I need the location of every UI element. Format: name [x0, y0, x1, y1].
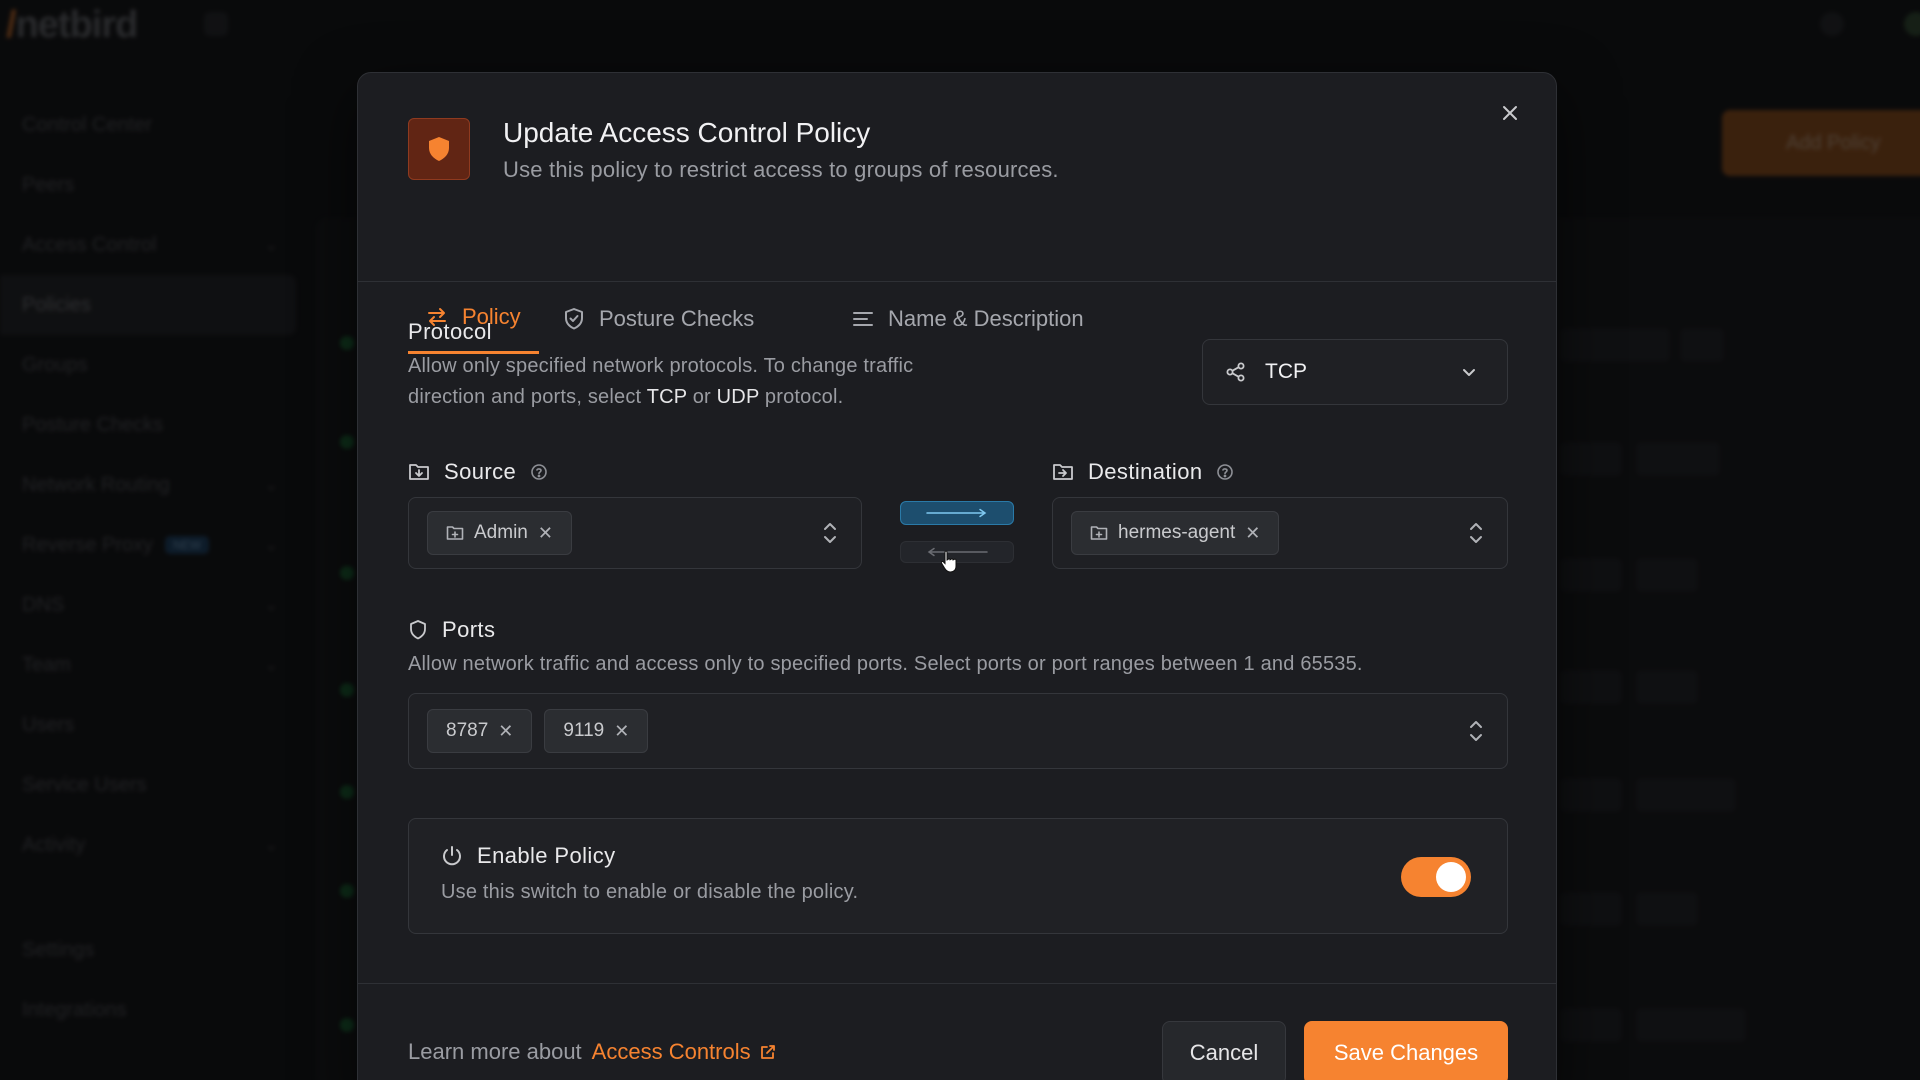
enable-policy-card: Enable Policy Use this switch to enable …	[408, 818, 1508, 934]
destination-title-text: Destination	[1088, 459, 1203, 484]
footer-divider	[358, 983, 1556, 984]
close-button[interactable]	[1492, 95, 1528, 131]
folder-icon	[446, 526, 464, 540]
close-icon	[1503, 106, 1517, 120]
save-changes-button[interactable]: Save Changes	[1304, 1021, 1508, 1080]
remove-chip-icon[interactable]: ✕	[538, 523, 553, 544]
remove-chip-icon[interactable]: ✕	[614, 721, 629, 742]
port-chip: 8787 ✕	[427, 709, 533, 753]
chevron-down-icon	[1463, 369, 1475, 376]
tab-posture-checks[interactable]: Posture Checks	[563, 283, 754, 354]
modal-subtitle: Use this policy to restrict access to gr…	[503, 157, 1059, 182]
protocol-desc-end: protocol.	[759, 386, 844, 408]
chip-label: 9119	[563, 720, 605, 741]
source-group-select[interactable]: Admin ✕	[408, 497, 862, 569]
shield-outline-icon	[410, 620, 426, 640]
protocol-selected-value: TCP	[1265, 360, 1307, 383]
link-label: Access Controls	[591, 1039, 751, 1064]
shield-check-icon	[565, 307, 583, 329]
ports-description: Allow network traffic and access only to…	[408, 653, 1363, 675]
chevron-updown-icon	[1470, 523, 1482, 543]
help-circle-icon[interactable]	[530, 463, 548, 481]
shield-icon	[429, 137, 449, 161]
arrow-right-icon	[926, 508, 987, 518]
direction-forward-toggle[interactable]	[900, 501, 1014, 525]
learn-more: Learn more about Access Controls	[408, 1039, 777, 1065]
policy-header-icon	[408, 118, 470, 180]
cancel-button[interactable]: Cancel	[1162, 1021, 1286, 1080]
chevron-updown-icon	[1470, 721, 1482, 741]
folder-out-icon	[1053, 464, 1073, 480]
protocol-select[interactable]: TCP	[1202, 339, 1508, 405]
folder-icon	[1090, 526, 1108, 540]
protocol-desc-line1: Allow only specified network protocols. …	[408, 355, 914, 377]
source-title: Source	[408, 459, 548, 485]
chip-label: 8787	[446, 720, 489, 741]
toggle-knob	[1436, 862, 1466, 892]
help-circle-icon[interactable]	[1216, 463, 1234, 481]
access-controls-link[interactable]: Access Controls	[592, 1039, 777, 1065]
protocol-title-text: Protocol	[408, 319, 492, 344]
source-title-text: Source	[444, 459, 517, 484]
protocol-desc-tcp: TCP	[646, 386, 687, 408]
destination-group-select[interactable]: hermes-agent ✕	[1052, 497, 1508, 569]
external-link-icon	[760, 1045, 775, 1059]
source-group-chip: Admin ✕	[427, 511, 572, 555]
destination-group-chip: hermes-agent ✕	[1071, 511, 1280, 555]
tab-name-description[interactable]: Name & Description	[852, 283, 1084, 354]
protocol-desc-or: or	[686, 386, 717, 408]
enable-policy-toggle[interactable]	[1401, 857, 1471, 897]
share-nodes-icon	[1226, 362, 1245, 382]
tabs-divider	[358, 281, 1556, 282]
remove-chip-icon[interactable]: ✕	[1245, 523, 1260, 544]
protocol-desc-line2: direction and ports, select	[408, 386, 647, 408]
learn-more-text: Learn more about	[408, 1039, 582, 1064]
text-lines-icon	[853, 311, 873, 326]
enable-policy-title: Enable Policy	[441, 843, 616, 869]
ports-title-text: Ports	[442, 617, 496, 642]
chip-label: hermes-agent	[1118, 522, 1236, 543]
update-policy-modal: Update Access Control Policy Use this po…	[357, 72, 1557, 1080]
enable-policy-title-text: Enable Policy	[477, 843, 616, 868]
destination-title: Destination	[1052, 459, 1234, 485]
protocol-desc-udp: UDP	[716, 386, 760, 408]
protocol-description: Allow only specified network protocols. …	[408, 351, 1028, 413]
protocol-title: Protocol	[408, 319, 492, 345]
tab-label: Name & Description	[888, 305, 1084, 331]
port-chip: 9119 ✕	[544, 709, 649, 753]
power-icon	[443, 846, 461, 866]
ports-title: Ports	[408, 617, 495, 643]
modal-title: Update Access Control Policy	[503, 117, 871, 148]
remove-chip-icon[interactable]: ✕	[498, 721, 513, 742]
enable-policy-description: Use this switch to enable or disable the…	[441, 881, 859, 903]
chip-label: Admin	[474, 522, 528, 543]
ports-select[interactable]: 8787 ✕ 9119 ✕	[408, 693, 1508, 769]
pointer-cursor-icon	[940, 550, 957, 573]
tab-label: Posture Checks	[599, 305, 755, 331]
chevron-updown-icon	[824, 523, 836, 543]
folder-in-icon	[409, 464, 429, 480]
